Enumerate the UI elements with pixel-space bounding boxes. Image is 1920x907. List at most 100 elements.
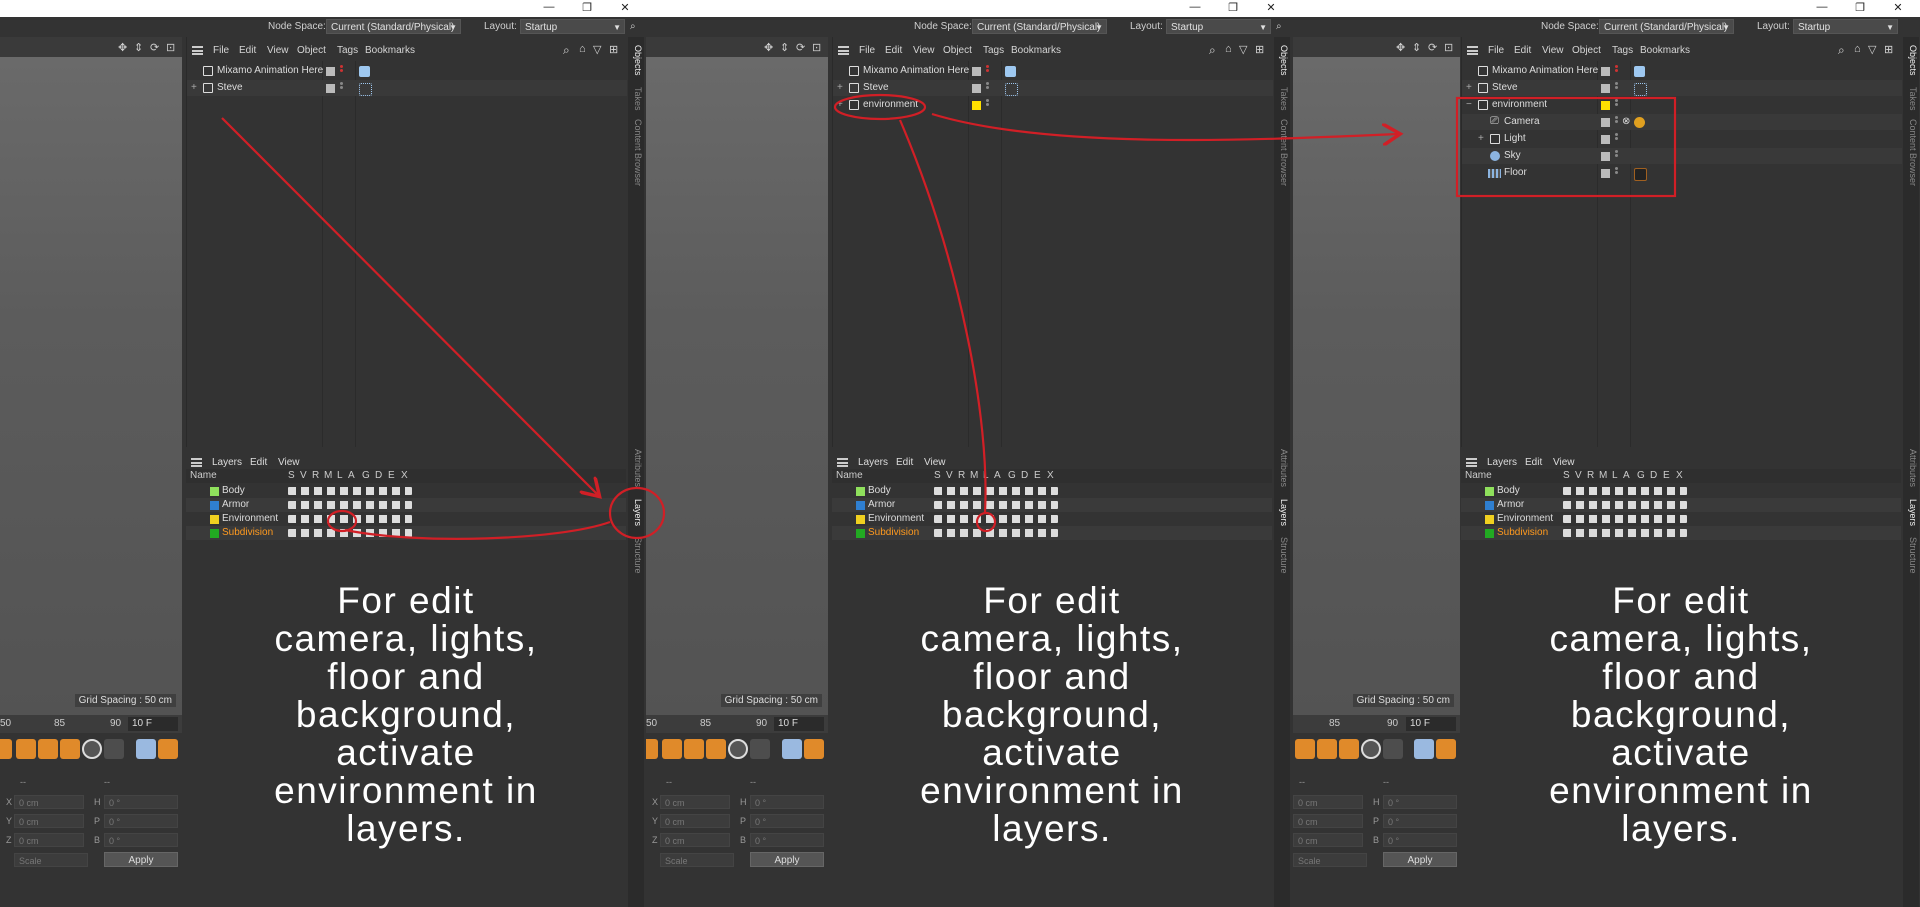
menu-view[interactable]: View bbox=[913, 45, 935, 56]
keyframe-icon[interactable] bbox=[684, 739, 704, 759]
layer-color-swatch[interactable] bbox=[856, 529, 865, 538]
new-window-icon[interactable]: ⊞ bbox=[1884, 43, 1893, 56]
layer-color-swatch[interactable] bbox=[1485, 501, 1494, 510]
menu-view[interactable]: View bbox=[278, 457, 300, 468]
layer-row[interactable]: Armor bbox=[832, 498, 1272, 512]
restore-icon[interactable]: ❐ bbox=[576, 1, 598, 14]
autokey-icon[interactable] bbox=[706, 739, 726, 759]
visibility-dots-icon[interactable] bbox=[986, 82, 989, 94]
layer-flags-icon[interactable] bbox=[1563, 501, 1687, 509]
menu-object[interactable]: Object bbox=[297, 45, 326, 56]
tab-layers[interactable]: Layers bbox=[1275, 499, 1289, 526]
move-icon[interactable]: ✥ bbox=[1396, 41, 1408, 54]
move-icon[interactable]: ✥ bbox=[764, 41, 776, 54]
tab-structure[interactable]: Structure bbox=[1904, 537, 1918, 574]
autokey-icon[interactable] bbox=[60, 739, 80, 759]
node-space-select[interactable]: Current (Standard/Physical) ▼ bbox=[972, 19, 1107, 34]
python-tag-icon[interactable] bbox=[359, 66, 370, 77]
y-field[interactable]: 0 cm bbox=[1293, 814, 1363, 828]
x-field[interactable]: 0 cm bbox=[660, 795, 730, 809]
visibility-dots-icon[interactable] bbox=[1615, 82, 1618, 94]
menu-layers[interactable]: Layers bbox=[212, 457, 242, 468]
expand-icon[interactable]: + bbox=[837, 82, 843, 93]
end-frame-field[interactable]: 10 F bbox=[774, 717, 824, 731]
home-icon[interactable]: ⌂ bbox=[1854, 43, 1861, 55]
hamburger-icon[interactable] bbox=[1467, 46, 1478, 55]
menu-edit[interactable]: Edit bbox=[239, 45, 256, 56]
tab-takes[interactable]: Takes bbox=[1904, 87, 1918, 111]
keyframe-icon[interactable] bbox=[1317, 739, 1337, 759]
x-field[interactable]: 0 cm bbox=[14, 795, 84, 809]
layer-flags-icon[interactable] bbox=[934, 515, 1058, 523]
pan-icon[interactable]: ⇕ bbox=[1412, 41, 1424, 54]
layer-flags-icon[interactable] bbox=[1563, 515, 1687, 523]
close-icon[interactable]: ✕ bbox=[614, 1, 636, 14]
play-icon[interactable] bbox=[0, 739, 12, 759]
layer-color-swatch[interactable] bbox=[856, 487, 865, 496]
layer-color-swatch[interactable] bbox=[210, 501, 219, 510]
object-row[interactable]: Floor bbox=[1462, 165, 1902, 181]
maximize-icon[interactable]: ⊡ bbox=[1444, 41, 1456, 54]
apply-button[interactable]: Apply bbox=[1383, 852, 1457, 867]
object-row[interactable]: + Steve bbox=[187, 80, 627, 96]
end-frame-field[interactable]: 10 F bbox=[128, 717, 178, 731]
visibility-dots-icon[interactable] bbox=[1615, 116, 1618, 128]
layout-select[interactable]: Startup ▼ bbox=[1166, 19, 1271, 34]
film-icon[interactable] bbox=[158, 739, 178, 759]
layer-flags-icon[interactable] bbox=[288, 501, 412, 509]
layer-row[interactable]: Body bbox=[1461, 484, 1901, 498]
layer-color-swatch[interactable] bbox=[1485, 515, 1494, 524]
p-icon[interactable] bbox=[728, 739, 748, 759]
layer-flags-icon[interactable] bbox=[288, 515, 412, 523]
hamburger-icon[interactable] bbox=[838, 46, 849, 55]
layout-select[interactable]: Startup ▼ bbox=[520, 19, 625, 34]
sound-icon[interactable] bbox=[1414, 739, 1434, 759]
viewport-canvas[interactable] bbox=[0, 57, 182, 715]
edit-check-icon[interactable] bbox=[1601, 84, 1610, 93]
timeline-ruler[interactable]: 50 85 90 10 F bbox=[646, 715, 828, 733]
home-icon[interactable]: ⌂ bbox=[579, 43, 586, 55]
tab-content-browser[interactable]: Content Browser bbox=[1904, 119, 1918, 186]
search-icon[interactable]: ⌕ bbox=[630, 21, 636, 32]
layer-row[interactable]: Armor bbox=[1461, 498, 1901, 512]
maximize-icon[interactable]: ⊡ bbox=[166, 41, 178, 54]
material-tag-icon[interactable] bbox=[1634, 168, 1647, 181]
tab-attributes[interactable]: Attributes bbox=[629, 449, 643, 487]
pan-icon[interactable]: ⇕ bbox=[134, 41, 146, 54]
rotate-icon[interactable]: ⟳ bbox=[796, 41, 808, 54]
p-icon[interactable] bbox=[1361, 739, 1381, 759]
layer-flags-icon[interactable] bbox=[288, 529, 412, 537]
y-field[interactable]: 0 cm bbox=[660, 814, 730, 828]
layer-flags-icon[interactable] bbox=[1563, 529, 1687, 537]
play-icon[interactable] bbox=[646, 739, 658, 759]
x-field[interactable]: 0 cm bbox=[1293, 795, 1363, 809]
tab-objects[interactable]: Objects bbox=[1904, 45, 1918, 76]
new-window-icon[interactable]: ⊞ bbox=[609, 43, 618, 56]
tab-structure[interactable]: Structure bbox=[629, 537, 643, 574]
object-row[interactable]: − environment bbox=[1462, 97, 1902, 113]
grid-dots-icon[interactable] bbox=[104, 739, 124, 759]
collapse-icon[interactable]: − bbox=[1466, 99, 1472, 110]
object-row[interactable]: Sky bbox=[1462, 148, 1902, 164]
hamburger-icon[interactable] bbox=[192, 46, 203, 55]
edit-check-icon[interactable] bbox=[326, 84, 335, 93]
visibility-dots-icon[interactable] bbox=[340, 65, 343, 77]
menu-layers[interactable]: Layers bbox=[858, 457, 888, 468]
node-space-select[interactable]: Current (Standard/Physical) ▼ bbox=[1599, 19, 1734, 34]
layer-flags-icon[interactable] bbox=[934, 501, 1058, 509]
edit-check-icon[interactable] bbox=[1601, 118, 1610, 127]
viewport-canvas[interactable] bbox=[646, 57, 828, 715]
hamburger-icon[interactable] bbox=[1466, 458, 1477, 467]
grid-dots-icon[interactable] bbox=[1383, 739, 1403, 759]
points-tag-icon[interactable] bbox=[359, 83, 372, 96]
visibility-dots-icon[interactable] bbox=[1615, 150, 1618, 162]
layer-color-icon[interactable] bbox=[972, 101, 981, 110]
edit-check-icon[interactable] bbox=[972, 84, 981, 93]
p-field[interactable]: 0 ° bbox=[750, 814, 824, 828]
z-field[interactable]: 0 cm bbox=[1293, 833, 1363, 847]
menu-view[interactable]: View bbox=[924, 457, 946, 468]
menu-view[interactable]: View bbox=[267, 45, 289, 56]
object-row[interactable]: Mixamo Animation Here bbox=[187, 63, 627, 79]
y-field[interactable]: 0 cm bbox=[14, 814, 84, 828]
visibility-dots-icon[interactable] bbox=[1615, 99, 1618, 111]
